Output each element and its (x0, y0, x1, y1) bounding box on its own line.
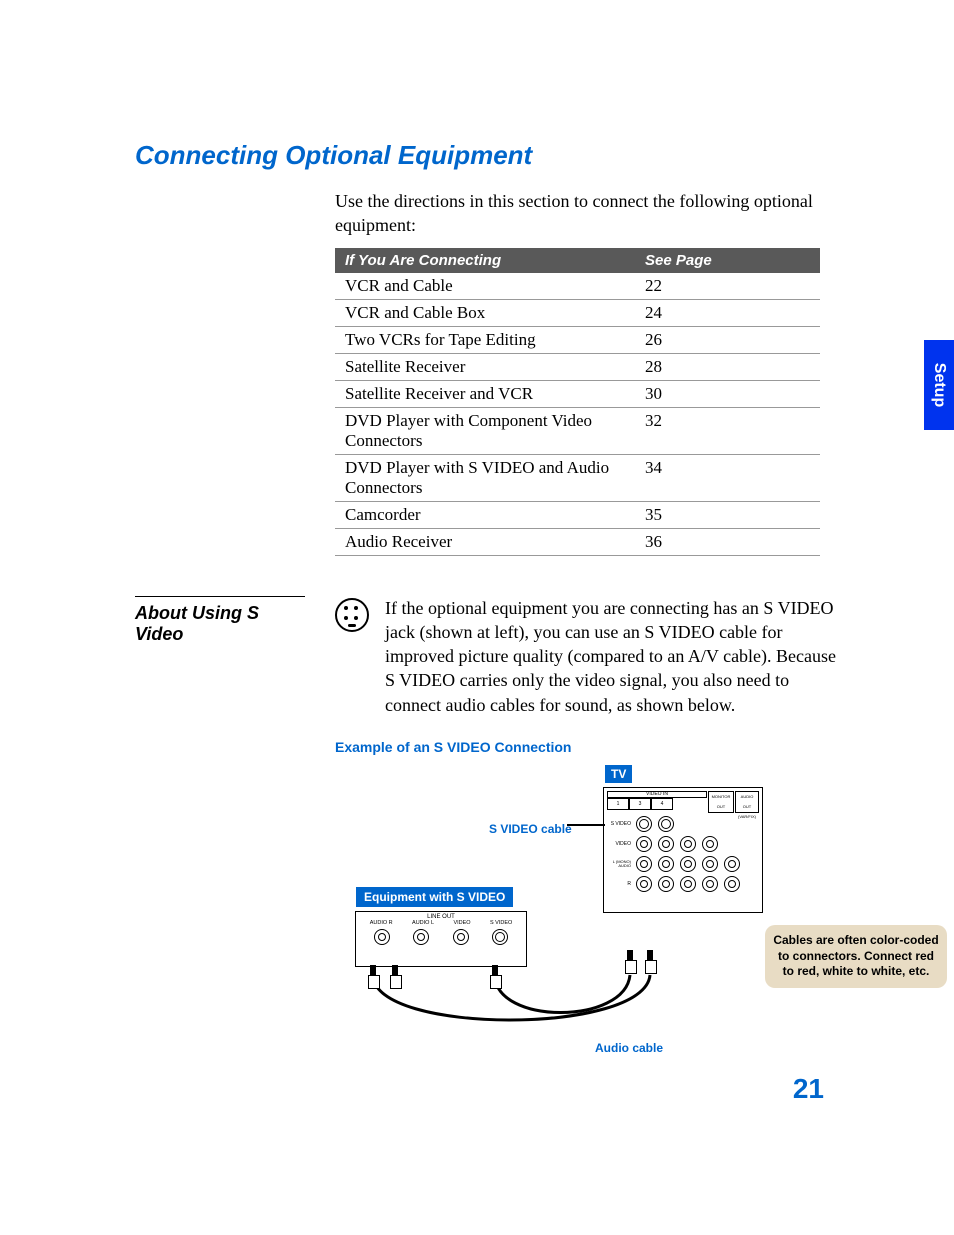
table-head-col1: If You Are Connecting (335, 248, 635, 273)
plug-icon (645, 950, 655, 976)
plug-icon (390, 965, 400, 991)
side-heading: About Using S Video (135, 596, 305, 717)
table-row: VCR and Cable Box24 (335, 299, 820, 326)
table-row: Camcorder35 (335, 501, 820, 528)
callout-note: Cables are often color-coded to connecto… (765, 925, 947, 988)
svideo-body: If the optional equipment you are connec… (385, 596, 844, 717)
table-row: Satellite Receiver and VCR30 (335, 380, 820, 407)
svideo-cable-label: S VIDEO cable (489, 823, 572, 835)
plug-icon (490, 965, 500, 991)
plug-icon (625, 950, 635, 976)
equipment-panel: LINE OUT AUDIO R AUDIO L VIDEO S VIDEO (355, 911, 527, 967)
page-content: Connecting Optional Equipment Use the di… (0, 0, 954, 1125)
page-number: 21 (793, 1073, 824, 1105)
connection-table: If You Are Connecting See Page VCR and C… (335, 248, 820, 556)
equipment-label: Equipment with S VIDEO (356, 887, 513, 907)
table-row: DVD Player with S VIDEO and Audio Connec… (335, 454, 820, 501)
intro-text: Use the directions in this section to co… (335, 189, 844, 238)
table-row: Satellite Receiver28 (335, 353, 820, 380)
table-row: DVD Player with Component Video Connecto… (335, 407, 820, 454)
audio-cable-label: Audio cable (595, 1041, 663, 1055)
table-row: Audio Receiver36 (335, 528, 820, 555)
svideo-section: About Using S Video If the optional equi… (135, 596, 844, 717)
table-row: VCR and Cable22 (335, 273, 820, 300)
page-heading: Connecting Optional Equipment (135, 140, 844, 171)
svideo-jack-icon (335, 598, 375, 637)
tv-label: TV (605, 765, 632, 783)
table-row: Two VCRs for Tape Editing26 (335, 326, 820, 353)
table-head-col2: See Page (635, 248, 820, 273)
connection-diagram: TV VIDEO IN 1 3 4 MONITOR OUT AUDIO OUT … (245, 765, 844, 1065)
example-title: Example of an S VIDEO Connection (335, 739, 844, 755)
plug-icon (368, 965, 378, 991)
tv-panel: VIDEO IN 1 3 4 MONITOR OUT AUDIO OUT (VA… (603, 787, 763, 913)
